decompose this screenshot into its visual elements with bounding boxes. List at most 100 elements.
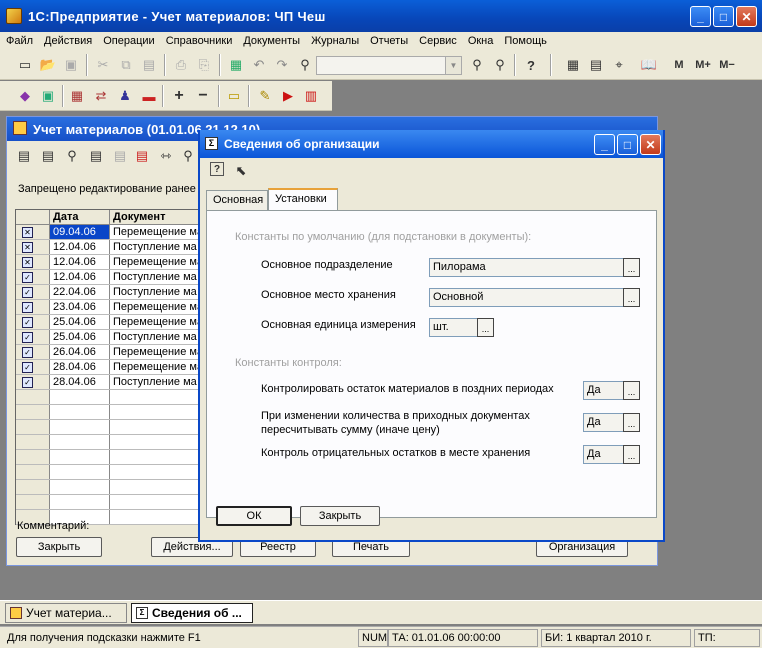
help-icon[interactable]: ? <box>522 56 540 74</box>
book-icon[interactable]: 📖 <box>640 56 658 74</box>
recalc-sum-field[interactable]: Да <box>583 413 625 432</box>
menu-bar: Файл Действия Операции Справочники Докум… <box>0 32 762 50</box>
menu-references[interactable]: Справочники <box>166 35 233 47</box>
folder-icon[interactable]: ▭ <box>225 87 243 105</box>
table-row[interactable]: ✓ 25.04.06 Поступление ма <box>16 330 204 345</box>
find-next-icon[interactable]: ⚲ <box>468 56 486 74</box>
move-row-icon[interactable]: ▤ <box>111 147 129 165</box>
menu-reports[interactable]: Отчеты <box>370 35 408 47</box>
transfer-icon[interactable]: ⇄ <box>92 87 110 105</box>
table-icon[interactable]: ▤ <box>587 56 605 74</box>
dialog-close-text-button[interactable]: Закрыть <box>300 506 380 526</box>
binoculars-icon[interactable]: ⚲ <box>296 56 314 74</box>
main-department-field[interactable]: Пилорама <box>429 258 625 277</box>
row-status-cell: ✕ <box>16 240 50 254</box>
people-icon[interactable]: ♟ <box>116 87 134 105</box>
chart-icon[interactable]: ▥ <box>302 87 320 105</box>
memory-m-button[interactable]: M <box>670 56 688 74</box>
table-row[interactable]: ✓ 12.04.06 Поступление ма <box>16 270 204 285</box>
redo-icon[interactable]: ↷ <box>273 56 291 74</box>
table-row[interactable]: ✓ 22.04.06 Поступление ма <box>16 285 204 300</box>
search-combo[interactable]: ▼ <box>316 56 462 75</box>
table-row[interactable]: ✕ 12.04.06 Перемещение ма <box>16 255 204 270</box>
table-row[interactable]: ✕ 09.04.06 Перемещение ма <box>16 225 204 240</box>
document-list-icon[interactable]: ▣ <box>39 87 57 105</box>
table-row[interactable]: ✓ 23.04.06 Перемещение ма <box>16 300 204 315</box>
memory-mplus-button[interactable]: M+ <box>692 56 714 74</box>
edit-icon[interactable]: ✎ <box>256 87 274 105</box>
menu-operations[interactable]: Операции <box>103 35 154 47</box>
table-row[interactable]: ✓ 25.04.06 Перемещение ма <box>16 315 204 330</box>
menu-file[interactable]: Файл <box>6 35 33 47</box>
find-row-icon[interactable]: ⚲ <box>63 147 81 165</box>
close-button[interactable]: ✕ <box>736 6 757 27</box>
interval-icon[interactable]: ⇿ <box>157 147 175 165</box>
menu-actions[interactable]: Действия <box>44 35 92 47</box>
main-department-select-button[interactable]: ... <box>623 258 640 277</box>
menu-service[interactable]: Сервис <box>419 35 457 47</box>
maximize-button[interactable]: □ <box>713 6 734 27</box>
remove-icon[interactable]: − <box>194 87 212 105</box>
print-icon[interactable]: ⎙ <box>172 56 190 74</box>
warehouse-icon[interactable]: ▦ <box>68 87 86 105</box>
grid-header-date[interactable]: Дата <box>50 210 110 225</box>
ok-button[interactable]: ОК <box>216 506 292 526</box>
undo-icon[interactable]: ↶ <box>250 56 268 74</box>
calendar-icon[interactable]: ▦ <box>564 56 582 74</box>
table-row[interactable]: ✓ 28.04.06 Перемещение ма <box>16 360 204 375</box>
context-help-icon[interactable]: ⬉ <box>232 162 250 180</box>
binoculars-icon[interactable]: ⚲ <box>179 147 197 165</box>
replace-icon[interactable]: ⚲ <box>491 56 509 74</box>
calculator-icon[interactable]: ▦ <box>227 56 245 74</box>
main-storage-field[interactable]: Основной <box>429 288 625 307</box>
main-unit-select-button[interactable]: ... <box>477 318 494 337</box>
copy-icon[interactable]: ⧉ <box>117 56 135 74</box>
new-doc-icon[interactable]: ▭ <box>16 56 34 74</box>
delete-row-icon[interactable]: ▤ <box>133 147 151 165</box>
add-icon[interactable]: + <box>170 87 188 105</box>
control-later-periods-field[interactable]: Да <box>583 381 625 400</box>
dialog-maximize-button[interactable]: □ <box>617 134 638 155</box>
journal-close-button[interactable]: Закрыть <box>16 537 102 557</box>
journal-grid[interactable]: Дата Документ ✕ 09.04.06 Перемещение ма ✕ 12… <box>15 209 205 525</box>
control-later-periods-select-button[interactable]: ... <box>623 381 640 400</box>
chevron-down-icon[interactable]: ▼ <box>445 57 461 74</box>
memory-mminus-button[interactable]: M− <box>716 56 738 74</box>
negative-stock-field[interactable]: Да <box>583 445 625 464</box>
table-row[interactable]: ✓ 28.04.06 Поступление ма <box>16 375 204 390</box>
minimize-button[interactable]: _ <box>690 6 711 27</box>
edit-row-icon[interactable]: ▤ <box>87 147 105 165</box>
paste-icon[interactable]: ▤ <box>140 56 158 74</box>
grid-header-document[interactable]: Документ <box>110 210 204 225</box>
dialog-minimize-button[interactable]: _ <box>594 134 615 155</box>
main-storage-select-button[interactable]: ... <box>623 288 640 307</box>
table-row[interactable]: ✓ 26.04.06 Перемещение ма <box>16 345 204 360</box>
recalc-sum-select-button[interactable]: ... <box>623 413 640 432</box>
menu-windows[interactable]: Окна <box>468 35 494 47</box>
dialog-close-button[interactable]: ✕ <box>640 134 661 155</box>
taskbar-dialog[interactable]: Σ Сведения об ... <box>131 603 253 623</box>
table-row[interactable]: ✕ 12.04.06 Поступление ма <box>16 240 204 255</box>
tab-settings[interactable]: Установки <box>268 188 338 210</box>
context-help-icon[interactable]: ⌖ <box>610 56 628 74</box>
cut-icon[interactable]: ✂ <box>94 56 112 74</box>
table-row <box>16 465 204 480</box>
materials-icon[interactable]: ◆ <box>16 87 34 105</box>
new-row-icon[interactable]: ▤ <box>15 147 33 165</box>
save-icon[interactable]: ▣ <box>62 56 80 74</box>
truck-icon[interactable]: ▬ <box>140 87 158 105</box>
print-preview-icon[interactable]: ⎘ <box>195 56 213 74</box>
run-icon[interactable]: ▶ <box>279 87 297 105</box>
taskbar-journal[interactable]: Учет материа... <box>5 603 127 623</box>
document-cell: Поступление ма <box>113 241 197 253</box>
menu-help[interactable]: Помощь <box>504 35 547 47</box>
main-unit-field[interactable]: шт. <box>429 318 479 337</box>
copy-row-icon[interactable]: ▤ <box>39 147 57 165</box>
document-cell <box>110 480 204 494</box>
menu-documents[interactable]: Документы <box>243 35 300 47</box>
menu-journals[interactable]: Журналы <box>311 35 359 47</box>
open-folder-icon[interactable]: 📂 <box>39 56 57 74</box>
tab-main[interactable]: Основная <box>206 190 268 210</box>
help-icon[interactable]: ? <box>210 162 224 176</box>
negative-stock-select-button[interactable]: ... <box>623 445 640 464</box>
